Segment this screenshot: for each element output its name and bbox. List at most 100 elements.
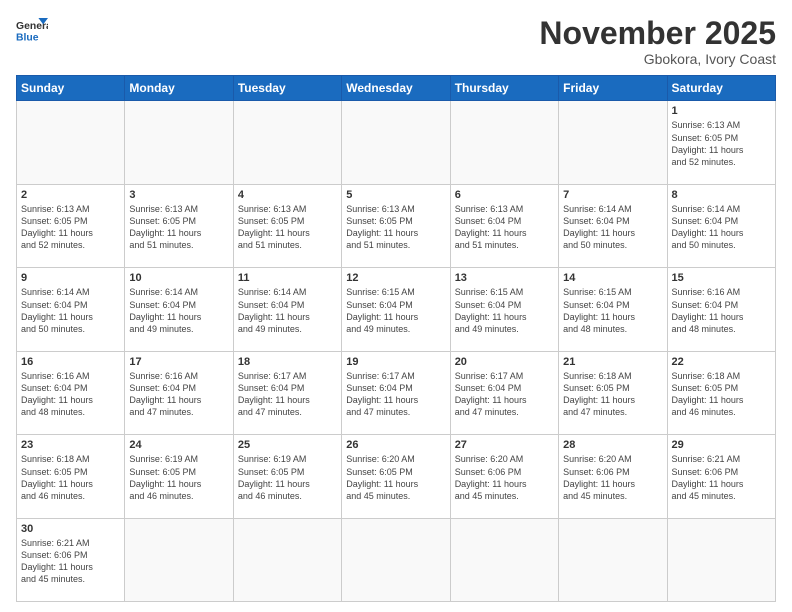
table-row: 26Sunrise: 6:20 AMSunset: 6:05 PMDayligh… [342,435,450,518]
date-number: 4 [238,188,337,202]
date-number: 29 [672,438,771,452]
table-row [667,518,775,601]
table-row: 14Sunrise: 6:15 AMSunset: 6:04 PMDayligh… [559,268,667,351]
calendar-table: Sunday Monday Tuesday Wednesday Thursday… [16,75,776,602]
date-number: 10 [129,271,228,285]
header-tuesday: Tuesday [233,76,341,101]
cell-info: Sunrise: 6:20 AMSunset: 6:06 PMDaylight:… [563,453,662,502]
date-number: 19 [346,355,445,369]
date-number: 6 [455,188,554,202]
date-number: 12 [346,271,445,285]
table-row: 10Sunrise: 6:14 AMSunset: 6:04 PMDayligh… [125,268,233,351]
cell-info: Sunrise: 6:14 AMSunset: 6:04 PMDaylight:… [129,286,228,335]
calendar-row: 23Sunrise: 6:18 AMSunset: 6:05 PMDayligh… [17,435,776,518]
header: General Blue November 2025 Gbokora, Ivor… [16,16,776,67]
table-row [342,518,450,601]
calendar-row: 2Sunrise: 6:13 AMSunset: 6:05 PMDaylight… [17,184,776,267]
date-number: 14 [563,271,662,285]
table-row [233,518,341,601]
table-row [125,101,233,184]
cell-info: Sunrise: 6:15 AMSunset: 6:04 PMDaylight:… [455,286,554,335]
cell-info: Sunrise: 6:13 AMSunset: 6:04 PMDaylight:… [455,203,554,252]
date-number: 13 [455,271,554,285]
table-row: 21Sunrise: 6:18 AMSunset: 6:05 PMDayligh… [559,351,667,434]
cell-info: Sunrise: 6:16 AMSunset: 6:04 PMDaylight:… [21,370,120,419]
cell-info: Sunrise: 6:19 AMSunset: 6:05 PMDaylight:… [129,453,228,502]
table-row: 30Sunrise: 6:21 AMSunset: 6:06 PMDayligh… [17,518,125,601]
table-row: 17Sunrise: 6:16 AMSunset: 6:04 PMDayligh… [125,351,233,434]
table-row [450,101,558,184]
date-number: 20 [455,355,554,369]
cell-info: Sunrise: 6:14 AMSunset: 6:04 PMDaylight:… [238,286,337,335]
cell-info: Sunrise: 6:14 AMSunset: 6:04 PMDaylight:… [672,203,771,252]
date-number: 24 [129,438,228,452]
calendar-row: 9Sunrise: 6:14 AMSunset: 6:04 PMDaylight… [17,268,776,351]
table-row: 11Sunrise: 6:14 AMSunset: 6:04 PMDayligh… [233,268,341,351]
table-row: 13Sunrise: 6:15 AMSunset: 6:04 PMDayligh… [450,268,558,351]
cell-info: Sunrise: 6:13 AMSunset: 6:05 PMDaylight:… [672,119,771,168]
cell-info: Sunrise: 6:19 AMSunset: 6:05 PMDaylight:… [238,453,337,502]
cell-info: Sunrise: 6:20 AMSunset: 6:06 PMDaylight:… [455,453,554,502]
cell-info: Sunrise: 6:18 AMSunset: 6:05 PMDaylight:… [21,453,120,502]
date-number: 26 [346,438,445,452]
cell-info: Sunrise: 6:15 AMSunset: 6:04 PMDaylight:… [563,286,662,335]
title-block: November 2025 Gbokora, Ivory Coast [539,16,776,67]
calendar-row: 1Sunrise: 6:13 AMSunset: 6:05 PMDaylight… [17,101,776,184]
table-row: 25Sunrise: 6:19 AMSunset: 6:05 PMDayligh… [233,435,341,518]
calendar-row: 16Sunrise: 6:16 AMSunset: 6:04 PMDayligh… [17,351,776,434]
table-row: 19Sunrise: 6:17 AMSunset: 6:04 PMDayligh… [342,351,450,434]
logo-icon: General Blue [16,16,48,44]
date-number: 25 [238,438,337,452]
cell-info: Sunrise: 6:13 AMSunset: 6:05 PMDaylight:… [21,203,120,252]
cell-info: Sunrise: 6:13 AMSunset: 6:05 PMDaylight:… [238,203,337,252]
location: Gbokora, Ivory Coast [539,51,776,67]
cell-info: Sunrise: 6:17 AMSunset: 6:04 PMDaylight:… [346,370,445,419]
table-row: 23Sunrise: 6:18 AMSunset: 6:05 PMDayligh… [17,435,125,518]
header-saturday: Saturday [667,76,775,101]
table-row [233,101,341,184]
table-row: 7Sunrise: 6:14 AMSunset: 6:04 PMDaylight… [559,184,667,267]
date-number: 21 [563,355,662,369]
date-number: 28 [563,438,662,452]
logo: General Blue [16,16,48,44]
cell-info: Sunrise: 6:18 AMSunset: 6:05 PMDaylight:… [672,370,771,419]
date-number: 27 [455,438,554,452]
calendar-header-row: Sunday Monday Tuesday Wednesday Thursday… [17,76,776,101]
cell-info: Sunrise: 6:14 AMSunset: 6:04 PMDaylight:… [563,203,662,252]
cell-info: Sunrise: 6:16 AMSunset: 6:04 PMDaylight:… [129,370,228,419]
month-title: November 2025 [539,16,776,51]
table-row [559,101,667,184]
cell-info: Sunrise: 6:21 AMSunset: 6:06 PMDaylight:… [21,537,120,586]
date-number: 22 [672,355,771,369]
table-row: 20Sunrise: 6:17 AMSunset: 6:04 PMDayligh… [450,351,558,434]
date-number: 1 [672,104,771,118]
date-number: 11 [238,271,337,285]
table-row: 5Sunrise: 6:13 AMSunset: 6:05 PMDaylight… [342,184,450,267]
table-row: 18Sunrise: 6:17 AMSunset: 6:04 PMDayligh… [233,351,341,434]
table-row [450,518,558,601]
cell-info: Sunrise: 6:18 AMSunset: 6:05 PMDaylight:… [563,370,662,419]
table-row [17,101,125,184]
table-row: 8Sunrise: 6:14 AMSunset: 6:04 PMDaylight… [667,184,775,267]
table-row: 1Sunrise: 6:13 AMSunset: 6:05 PMDaylight… [667,101,775,184]
table-row: 2Sunrise: 6:13 AMSunset: 6:05 PMDaylight… [17,184,125,267]
table-row: 29Sunrise: 6:21 AMSunset: 6:06 PMDayligh… [667,435,775,518]
cell-info: Sunrise: 6:17 AMSunset: 6:04 PMDaylight:… [455,370,554,419]
cell-info: Sunrise: 6:20 AMSunset: 6:05 PMDaylight:… [346,453,445,502]
date-number: 15 [672,271,771,285]
date-number: 5 [346,188,445,202]
date-number: 2 [21,188,120,202]
table-row: 22Sunrise: 6:18 AMSunset: 6:05 PMDayligh… [667,351,775,434]
header-friday: Friday [559,76,667,101]
date-number: 3 [129,188,228,202]
table-row: 27Sunrise: 6:20 AMSunset: 6:06 PMDayligh… [450,435,558,518]
page: General Blue November 2025 Gbokora, Ivor… [0,0,792,612]
table-row [342,101,450,184]
cell-info: Sunrise: 6:17 AMSunset: 6:04 PMDaylight:… [238,370,337,419]
date-number: 7 [563,188,662,202]
table-row: 12Sunrise: 6:15 AMSunset: 6:04 PMDayligh… [342,268,450,351]
header-wednesday: Wednesday [342,76,450,101]
date-number: 17 [129,355,228,369]
cell-info: Sunrise: 6:14 AMSunset: 6:04 PMDaylight:… [21,286,120,335]
header-monday: Monday [125,76,233,101]
